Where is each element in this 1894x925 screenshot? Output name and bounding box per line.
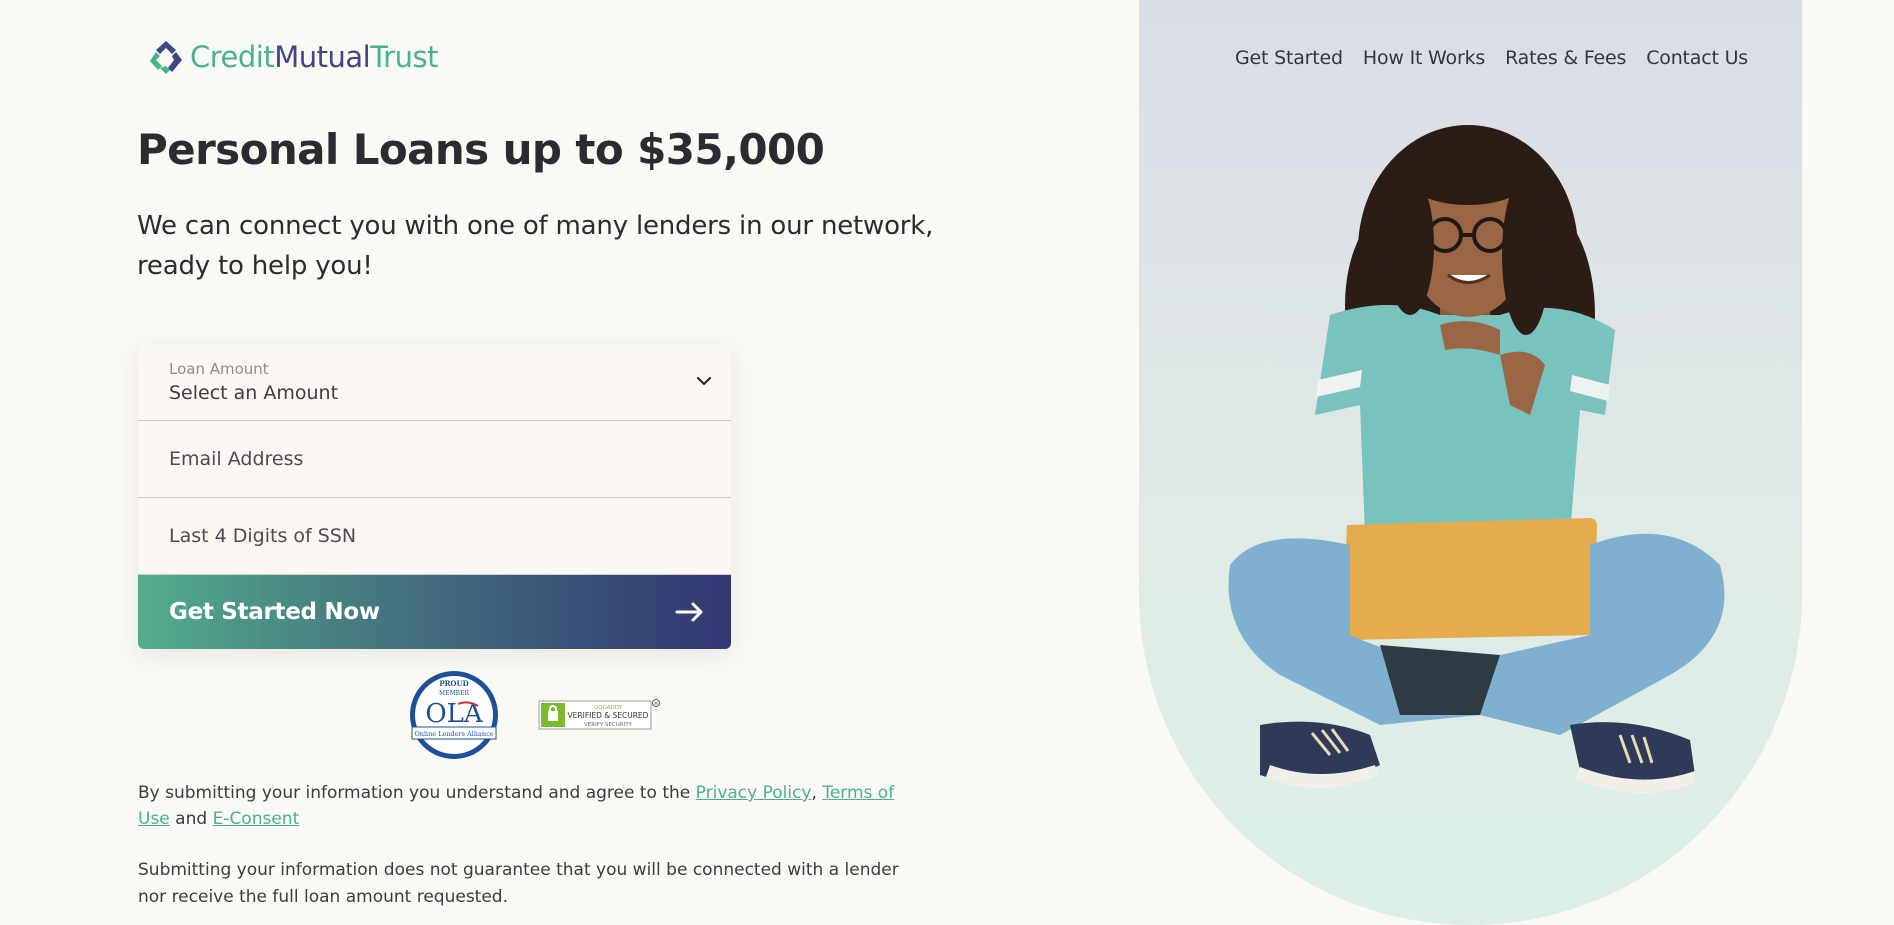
nav-contact-us[interactable]: Contact Us xyxy=(1646,47,1748,69)
logo-mark-icon xyxy=(150,41,182,74)
ola-caption-text: Online Lenders Alliance xyxy=(414,730,493,738)
godaddy-verified-text: VERIFIED & SECURED xyxy=(568,711,649,720)
ola-member-badge[interactable]: PROUD MEMBER OLA Online Lenders Alliance xyxy=(408,670,500,760)
main-nav: Get Started How It Works Rates & Fees Co… xyxy=(1235,47,1748,69)
brand-logo[interactable]: CreditMutualTrust xyxy=(148,38,438,76)
ssn-field[interactable] xyxy=(169,498,731,574)
page-subtitle: We can connect you with one of many lend… xyxy=(137,211,934,281)
email-field[interactable] xyxy=(169,421,731,497)
e-consent-link[interactable]: E-Consent xyxy=(213,809,300,829)
chevron-down-icon[interactable] xyxy=(695,372,713,390)
logo-wordmark: CreditMutualTrust xyxy=(190,40,438,74)
get-started-now-label: Get Started Now xyxy=(169,599,380,625)
ola-proud-text: PROUD xyxy=(439,679,468,688)
privacy-policy-link[interactable]: Privacy Policy xyxy=(696,783,812,803)
hero-person-image xyxy=(1228,125,1725,794)
ssn-field-wrapper xyxy=(138,498,731,575)
loan-amount-label: Loan Amount xyxy=(169,360,269,378)
logo-word-mutual: Mutual xyxy=(274,40,371,74)
nav-get-started[interactable]: Get Started xyxy=(1235,47,1343,69)
registered-icon: ® xyxy=(654,700,659,707)
loan-form: Loan Amount Select an Amount Get Started… xyxy=(138,344,731,649)
ola-member-text: MEMBER xyxy=(439,690,469,697)
loan-amount-value: Select an Amount xyxy=(169,382,339,404)
consent-comma: , xyxy=(811,783,823,803)
logo-word-trust: Trust xyxy=(370,40,438,74)
no-guarantee-disclaimer: Submitting your information does not gua… xyxy=(138,860,899,907)
consent-intro-text: By submitting your information you under… xyxy=(138,783,696,803)
godaddy-verified-badge[interactable]: GODADDY VERIFIED & SECURED VERIFY SECURI… xyxy=(538,697,662,731)
page-title: Personal Loans up to $35,000 xyxy=(137,125,825,174)
get-started-now-button[interactable]: Get Started Now xyxy=(138,575,731,649)
arrow-right-icon xyxy=(675,602,703,622)
consent-disclaimer: By submitting your information you under… xyxy=(138,780,918,832)
godaddy-verify-text: VERIFY SECURITY xyxy=(584,722,633,728)
nav-rates-fees[interactable]: Rates & Fees xyxy=(1505,47,1626,69)
loan-amount-select[interactable]: Loan Amount Select an Amount xyxy=(138,344,731,421)
nav-how-it-works[interactable]: How It Works xyxy=(1363,47,1485,69)
email-field-wrapper xyxy=(138,421,731,498)
consent-and-text: and xyxy=(169,809,213,829)
logo-word-credit: Credit xyxy=(190,40,275,74)
